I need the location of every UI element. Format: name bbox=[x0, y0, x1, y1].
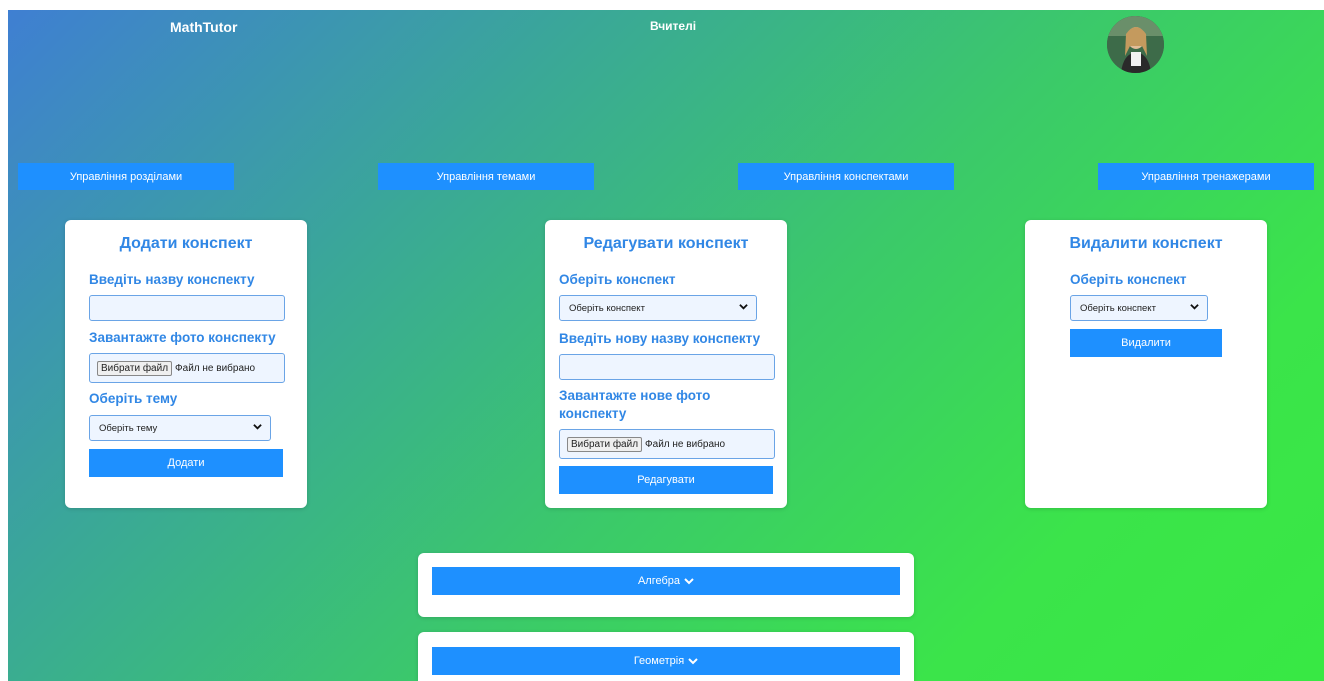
chevron-down-icon bbox=[1190, 304, 1199, 310]
nav-teachers-link[interactable]: Вчителі bbox=[650, 19, 696, 33]
logo[interactable]: MathTutor bbox=[170, 19, 237, 35]
new-photo-label: Завантажте нове фото конспекту bbox=[559, 388, 711, 421]
accordion-algebra: Алгебра bbox=[418, 553, 914, 617]
delete-select-value: Оберіть конспект bbox=[1080, 302, 1156, 314]
delete-note-card: Видалити конспект Оберіть конспект Обері… bbox=[1025, 220, 1267, 508]
nav-topics-button[interactable]: Управління темами bbox=[378, 163, 594, 190]
nav-sections-button[interactable]: Управління розділами bbox=[18, 163, 234, 190]
accordion-label: Геометрія bbox=[633, 655, 685, 667]
delete-select-label: Оберіть конспект bbox=[1070, 272, 1187, 287]
accordion-label: Алгебра bbox=[637, 575, 681, 587]
avatar[interactable] bbox=[1107, 16, 1164, 73]
nav-trainers-button[interactable]: Управління тренажерами bbox=[1098, 163, 1314, 190]
add-card-title: Додати конспект bbox=[119, 235, 253, 252]
select-note-label: Оберіть конспект bbox=[559, 272, 676, 287]
choose-file-button[interactable]: Вибрати файл bbox=[567, 436, 643, 452]
chevron-down-icon bbox=[253, 424, 262, 430]
file-status: Файл не вибрано bbox=[175, 362, 256, 374]
photo-label: Завантажте фото конспекту bbox=[89, 330, 276, 345]
photo-file-input[interactable]: Вибрати файл Файл не вибрано bbox=[89, 353, 285, 383]
topic-select-value: Оберіть тему bbox=[99, 422, 158, 434]
topic-select[interactable]: Оберіть тему bbox=[89, 415, 271, 441]
new-photo-file-input[interactable]: Вибрати файл Файл не вибрано bbox=[559, 429, 775, 459]
new-name-label: Введіть нову назву конспекту bbox=[559, 331, 761, 346]
accordion-geometry-toggle[interactable]: Геометрія bbox=[432, 647, 900, 675]
note-select-value: Оберіть конспект bbox=[569, 302, 645, 314]
chevron-down-icon bbox=[684, 578, 694, 585]
choose-file-button[interactable]: Вибрати файл bbox=[97, 360, 173, 376]
note-name-input[interactable] bbox=[89, 295, 285, 321]
new-name-input[interactable] bbox=[559, 354, 775, 380]
topic-label: Оберіть тему bbox=[89, 391, 178, 406]
delete-button[interactable]: Видалити bbox=[1070, 329, 1222, 357]
accordion-algebra-toggle[interactable]: Алгебра bbox=[432, 567, 900, 595]
add-note-card: Додати конспект Введіть назву конспекту … bbox=[65, 220, 307, 508]
nav-notes-button[interactable]: Управління конспектами bbox=[738, 163, 954, 190]
add-button[interactable]: Додати bbox=[89, 449, 283, 477]
chevron-down-icon bbox=[688, 658, 698, 665]
name-label: Введіть назву конспекту bbox=[89, 272, 255, 287]
file-status: Файл не вибрано bbox=[645, 438, 726, 450]
accordion-geometry: Геометрія bbox=[418, 632, 914, 681]
note-select[interactable]: Оберіть конспект bbox=[559, 295, 757, 321]
edit-note-card: Редагувати конспект Оберіть конспект Обе… bbox=[545, 220, 787, 508]
edit-card-title: Редагувати конспект bbox=[583, 235, 749, 252]
edit-button[interactable]: Редагувати bbox=[559, 466, 773, 494]
delete-note-select[interactable]: Оберіть конспект bbox=[1070, 295, 1208, 321]
avatar-photo bbox=[1107, 16, 1164, 73]
delete-card-title: Видалити конспект bbox=[1069, 235, 1223, 252]
chevron-down-icon bbox=[739, 304, 748, 310]
